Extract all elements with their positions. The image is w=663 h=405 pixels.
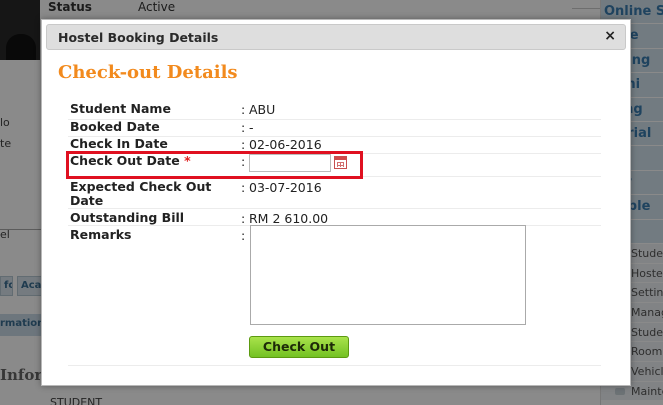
hostel-booking-dialog: Hostel Booking Details × Check-out Detai… xyxy=(41,19,631,386)
field-row-student-name: Student Name : ABU xyxy=(68,102,601,120)
check-out-date-label: Check Out Date * xyxy=(70,154,234,168)
field-row-booked-date: Booked Date : - xyxy=(68,120,601,137)
check-out-date-label-text: Check Out Date xyxy=(70,153,180,168)
check-in-date-value: 02-06-2016 xyxy=(249,137,322,152)
expected-check-out-value: 03-07-2016 xyxy=(249,180,322,195)
field-row-outstanding-bill: Outstanding Bill : RM 2 610.00 xyxy=(68,209,601,226)
colon: : xyxy=(241,102,246,117)
expected-check-out-label: Expected Check Out Date xyxy=(70,179,212,208)
outstanding-bill-label: Outstanding Bill xyxy=(70,210,185,225)
required-marker: * xyxy=(184,153,191,168)
dialog-title: Hostel Booking Details xyxy=(58,30,219,45)
close-icon[interactable]: × xyxy=(604,28,616,44)
colon: : xyxy=(241,180,246,195)
remarks-textarea[interactable] xyxy=(250,225,526,325)
field-row-check-out-date: Check Out Date * : xyxy=(68,154,601,177)
student-name-label: Student Name xyxy=(70,101,171,116)
check-in-date-label: Check In Date xyxy=(70,136,168,151)
remarks-label: Remarks xyxy=(70,227,132,242)
booked-date-value: - xyxy=(249,120,254,135)
colon: : xyxy=(241,228,246,243)
outstanding-bill-value: RM 2 610.00 xyxy=(249,211,329,226)
field-row-expected-check-out: Expected Check Out Date : 03-07-2016 xyxy=(68,177,601,209)
check-out-date-input[interactable] xyxy=(249,154,331,172)
check-out-button[interactable]: Check Out xyxy=(249,336,349,358)
colon: : xyxy=(241,137,246,152)
colon: : xyxy=(241,211,246,226)
colon: : xyxy=(241,154,246,169)
section-title: Check-out Details xyxy=(58,62,238,83)
calendar-icon[interactable] xyxy=(334,156,347,169)
booked-date-label: Booked Date xyxy=(70,119,160,134)
dialog-header: Hostel Booking Details × xyxy=(46,24,626,50)
field-row-check-in-date: Check In Date : 02-06-2016 xyxy=(68,137,601,154)
colon: : xyxy=(241,120,246,135)
student-name-value: ABU xyxy=(249,102,276,117)
